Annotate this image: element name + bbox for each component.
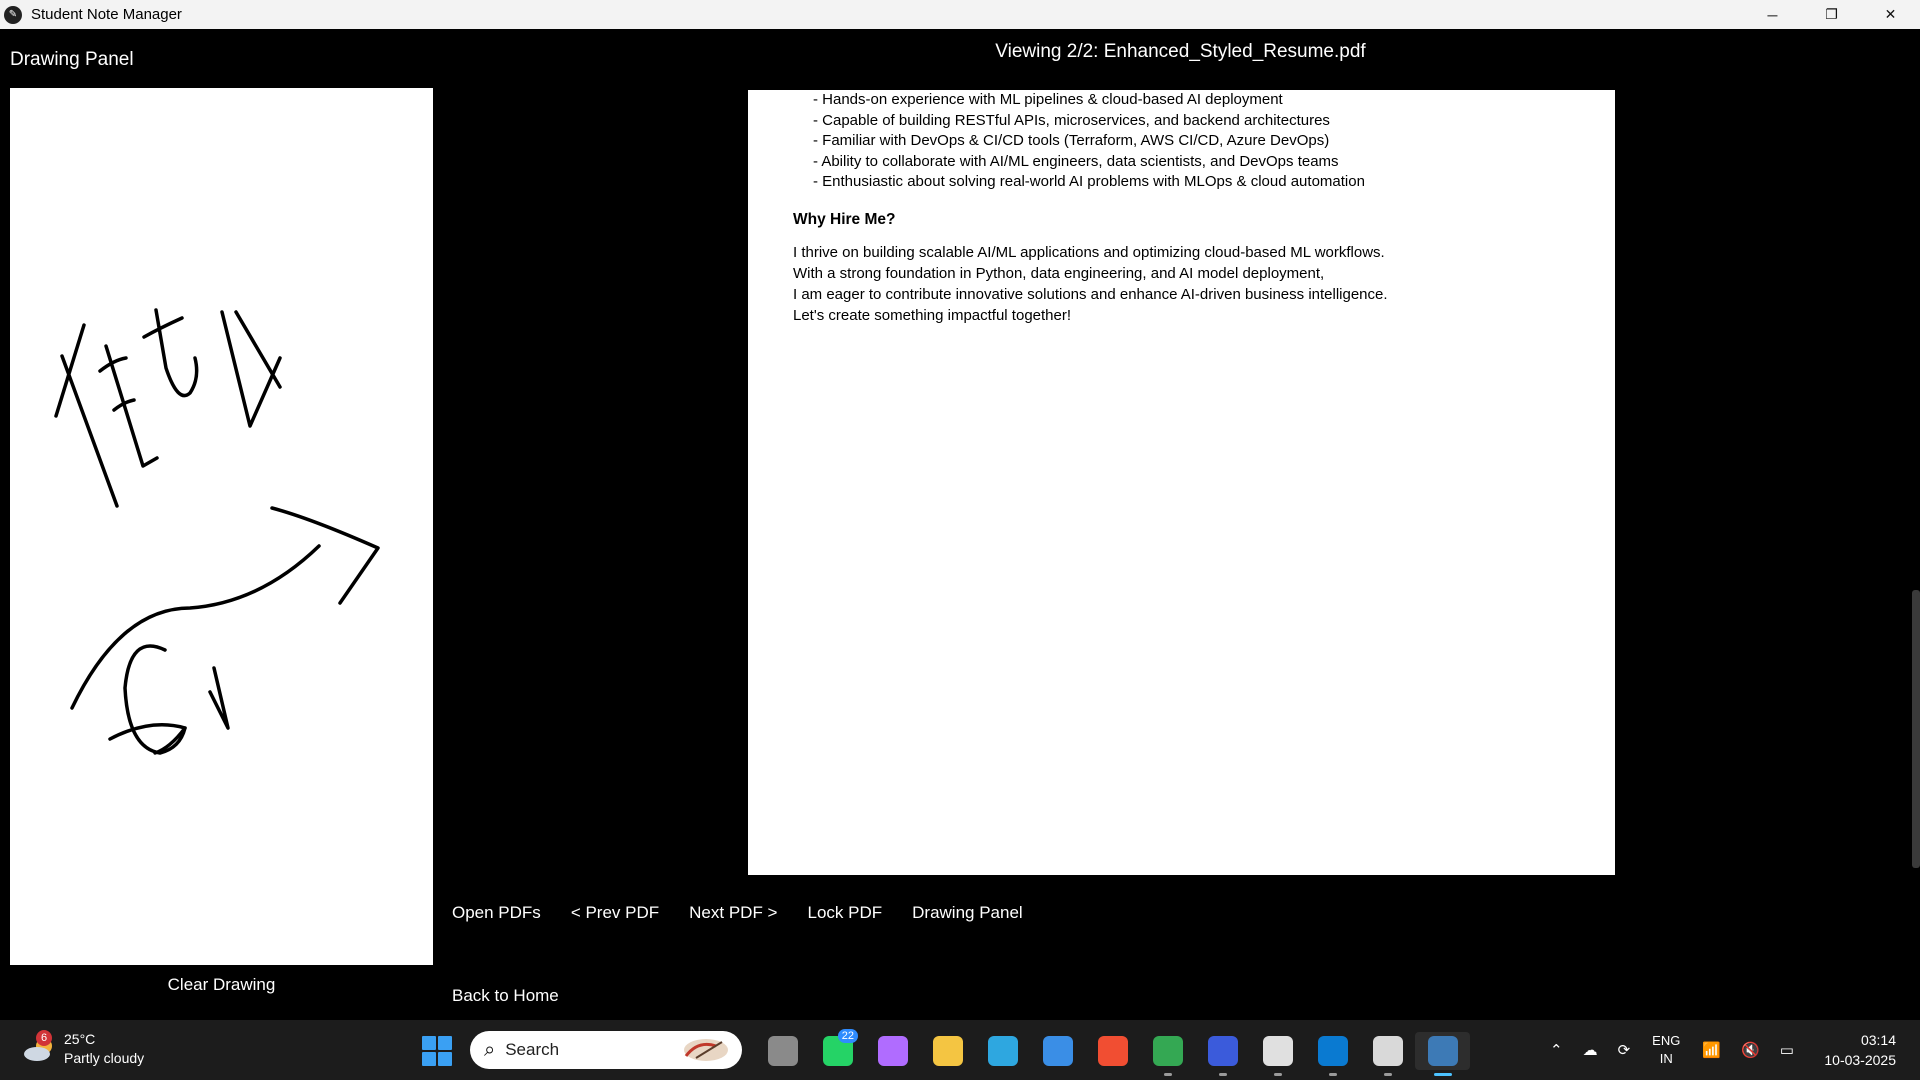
bullet-item: - Capable of building RESTful APIs, micr… [813,111,1330,129]
taskbar-search[interactable]: ⌕ Search [470,1031,742,1069]
start-button[interactable] [422,1036,452,1066]
weather-badge: 6 [36,1030,52,1046]
python-glyph [1427,1036,1458,1066]
drawing-panel-button[interactable]: Drawing Panel [912,903,1023,923]
section-heading: Why Hire Me? [793,211,896,228]
edge-icon[interactable] [975,1032,1030,1070]
pdf-page: - Hands-on experience with ML pipelines … [748,90,1615,875]
window-title: Student Note Manager [31,6,182,23]
copilot-glyph [877,1036,908,1066]
back-to-home-button[interactable]: Back to Home [452,986,559,1006]
python-icon[interactable] [1415,1032,1470,1076]
weather-condition: Partly cloudy [64,1050,145,1066]
taskbar-apps: 22 [755,1029,1470,1076]
paragraph-line: Let's create something impactful togethe… [793,307,1072,324]
next-pdf-button[interactable]: Next PDF > [689,903,777,923]
lock-pdf-button[interactable]: Lock PDF [808,903,883,923]
chevron-up-icon[interactable]: ⌃ [1550,1041,1563,1059]
windows-logo-tile [438,1052,452,1066]
pdf-status-label: Viewing 2/2: Enhanced_Styled_Resume.pdf [995,41,1366,62]
paragraph-line: I thrive on building scalable AI/ML appl… [793,244,1385,261]
vscode-icon[interactable] [1305,1032,1360,1076]
running-indicator [1383,1073,1392,1076]
running-indicator [1433,1073,1452,1076]
window-controls: ─ ❐ ✕ [1743,0,1920,29]
app-icon[interactable] [1195,1032,1250,1076]
weather-text: 25°C Partly cloudy [64,1030,144,1068]
title-bar: ✎ Student Note Manager ─ ❐ ✕ [0,0,1920,29]
pdf-toolbar: Open PDFs < Prev PDF Next PDF > Lock PDF… [452,903,1053,923]
scrollbar[interactable] [1912,590,1920,868]
chrome-icon[interactable] [1140,1032,1195,1076]
running-indicator [1328,1073,1337,1076]
task-view-glyph [767,1036,798,1066]
wifi-icon[interactable]: 📶 [1702,1041,1721,1059]
chrome-glyph [1152,1036,1183,1066]
chatgpt-glyph [1262,1036,1293,1066]
maximize-button[interactable]: ❐ [1802,0,1861,29]
search-icon: ⌕ [484,1038,496,1061]
drawing-strokes [54,308,380,755]
drawing-panel-heading: Drawing Panel [10,49,134,70]
prev-pdf-button[interactable]: < Prev PDF [571,903,659,923]
minimize-button[interactable]: ─ [1743,0,1802,29]
snipping-tool-icon[interactable] [1360,1032,1415,1076]
running-indicator [1163,1073,1172,1076]
bullet-item: - Ability to collaborate with AI/ML engi… [813,152,1339,170]
close-button[interactable]: ✕ [1861,0,1920,29]
search-highlight-icon [684,1039,728,1061]
whatsapp-icon[interactable]: 22 [810,1029,865,1070]
battery-icon[interactable]: ▭ [1780,1041,1794,1059]
windows-logo-tile [438,1036,452,1050]
taskbar: 6 25°C Partly cloudy ⌕ Search 22 ⌃ ☁ ⟳ E… [0,1020,1920,1080]
git-icon[interactable] [1085,1032,1140,1070]
windows-logo-tile [422,1052,436,1066]
system-tray: ⌃ ☁ ⟳ ENG IN 📶 🔇 ▭ [1540,1030,1804,1070]
weather-cloud-icon: 6 [22,1030,58,1064]
copilot-icon[interactable] [865,1032,920,1070]
paragraph-line: I am eager to contribute innovative solu… [793,286,1388,303]
edge-glyph [987,1036,1018,1066]
clear-drawing-button[interactable]: Clear Drawing [10,975,433,995]
snipping-tool-glyph [1372,1036,1403,1066]
bullet-item: - Enthusiastic about solving real-world … [813,173,1365,190]
onedrive-icon[interactable]: ☁ [1583,1041,1598,1059]
file-explorer-glyph [932,1036,963,1066]
clock-date: 10-03-2025 [1824,1052,1896,1068]
running-indicator [1273,1073,1282,1076]
language-code: ENG [1652,1033,1681,1048]
app-body: Drawing Panel Clear Drawing Viewing 2/2:… [0,29,1920,1020]
running-indicator [1218,1073,1227,1076]
volume-muted-icon[interactable]: 🔇 [1741,1041,1760,1059]
notification-badge: 22 [837,1029,858,1043]
windows-logo-tile [422,1036,436,1050]
vscode-glyph [1317,1036,1348,1066]
git-glyph [1097,1036,1128,1066]
clock-time: 03:14 [1860,1032,1896,1048]
drawing-canvas[interactable] [10,88,433,965]
chatgpt-icon[interactable] [1250,1032,1305,1076]
language-indicator[interactable]: ENG IN [1652,1032,1680,1068]
search-placeholder: Search [505,1040,560,1059]
bullet-item: - Familiar with DevOps & CI/CD tools (Te… [813,132,1330,149]
bullet-list: - Hands-on experience with ML pipelines … [813,90,1365,193]
app-logo-icon: ✎ [4,5,22,24]
file-explorer-icon[interactable] [920,1032,975,1070]
weather-widget[interactable]: 6 25°C Partly cloudy [22,1030,144,1068]
open-pdfs-button[interactable]: Open PDFs [452,903,541,923]
bullet-item: - Hands-on experience with ML pipelines … [813,91,1283,108]
app-glyph [1207,1036,1238,1066]
weather-temp: 25°C [64,1031,96,1047]
sync-icon[interactable]: ⟳ [1618,1041,1631,1059]
clock[interactable]: 03:14 10-03-2025 [1824,1030,1896,1070]
microsoft-store-glyph [1042,1036,1073,1066]
task-view-icon[interactable] [755,1032,810,1070]
region-code: IN [1659,1051,1673,1066]
microsoft-store-icon[interactable] [1030,1032,1085,1070]
paragraph: I thrive on building scalable AI/ML appl… [793,242,1388,326]
paragraph-line: With a strong foundation in Python, data… [793,265,1325,282]
